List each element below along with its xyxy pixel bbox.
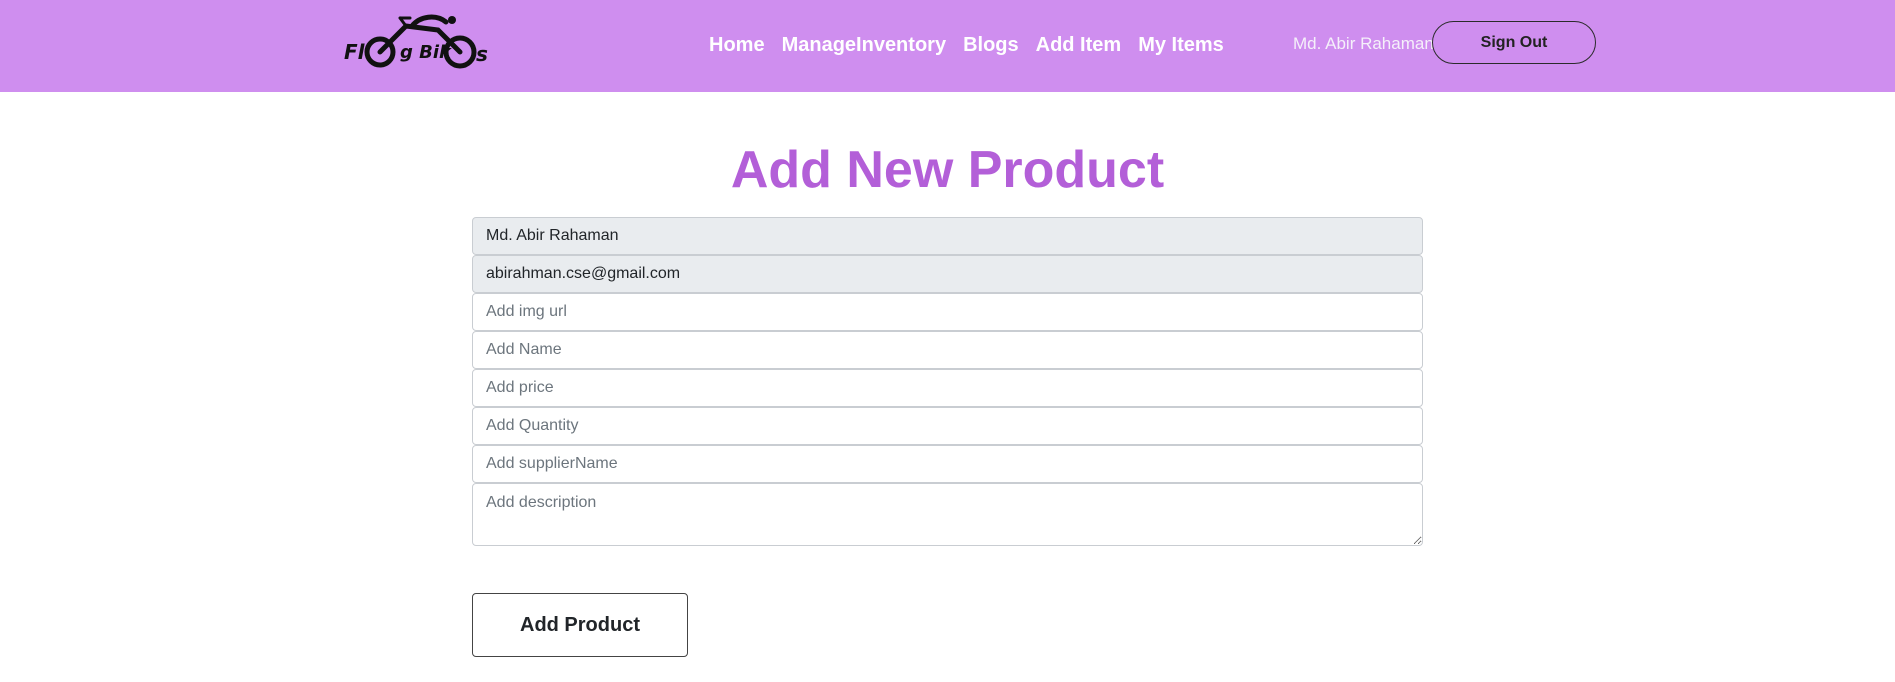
product-name-input[interactable] — [472, 331, 1423, 369]
nav-link-home[interactable]: Home — [709, 34, 765, 57]
logo-text-part1: Fl — [344, 40, 365, 64]
current-user-name: Md. Abir Rahaman — [1293, 34, 1434, 53]
logo-text-part3: s — [476, 42, 488, 66]
description-textarea[interactable] — [472, 483, 1423, 546]
logo-text-part2: g Bik — [400, 42, 452, 63]
user-name-field[interactable] — [472, 217, 1423, 255]
navbar: Fl g Bik s Home ManageInventory Blogs Ad… — [0, 0, 1895, 92]
price-input[interactable] — [472, 369, 1423, 407]
quantity-input[interactable] — [472, 407, 1423, 445]
email-field[interactable] — [472, 255, 1423, 293]
main-nav: Home ManageInventory Blogs Add Item My I… — [709, 30, 1241, 60]
nav-link-blogs[interactable]: Blogs — [963, 34, 1019, 57]
sign-out-button[interactable]: Sign Out — [1432, 21, 1596, 64]
nav-link-my-items[interactable]: My Items — [1138, 34, 1224, 57]
supplier-name-input[interactable] — [472, 445, 1423, 483]
add-product-form — [472, 217, 1423, 546]
brand-logo[interactable]: Fl g Bik s — [340, 12, 500, 74]
add-product-button[interactable]: Add Product — [472, 593, 688, 657]
img-url-input[interactable] — [472, 293, 1423, 331]
page-title: Add New Product — [730, 141, 1165, 199]
nav-link-add-item[interactable]: Add Item — [1036, 34, 1122, 57]
nav-link-manage-inventory[interactable]: ManageInventory — [782, 34, 946, 57]
